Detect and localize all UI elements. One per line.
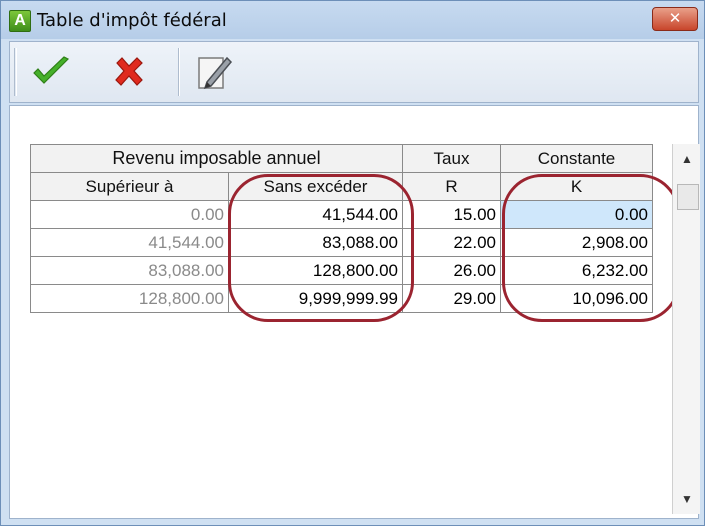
vertical-scrollbar[interactable]: ▲ ▼: [672, 144, 700, 514]
header-r: R: [402, 172, 501, 201]
cell-superieur[interactable]: 41,544.00: [30, 228, 229, 257]
cell-taux[interactable]: 26.00: [402, 256, 501, 285]
header-k: K: [500, 172, 653, 201]
cell-sans-exceder[interactable]: 83,088.00: [228, 228, 403, 257]
toolbar-separator: [178, 48, 180, 96]
cell-sans-exceder[interactable]: 41,544.00: [228, 200, 403, 229]
edit-button[interactable]: [190, 50, 236, 94]
toolbar-grip: [14, 48, 17, 96]
cell-sans-exceder[interactable]: 128,800.00: [228, 256, 403, 285]
table-row: 128,800.00 9,999,999.99 29.00 10,096.00: [30, 284, 653, 313]
cell-superieur[interactable]: 0.00: [30, 200, 229, 229]
check-icon: [33, 56, 70, 84]
ok-button[interactable]: [28, 50, 74, 94]
header-taux: Taux: [402, 144, 501, 173]
cell-sans-exceder[interactable]: 9,999,999.99: [228, 284, 403, 313]
cell-constante[interactable]: 2,908.00: [500, 228, 653, 257]
toolbar: [9, 41, 699, 103]
header-superieur: Supérieur à: [30, 172, 229, 201]
scroll-thumb[interactable]: [677, 184, 699, 210]
table-row: 41,544.00 83,088.00 22.00 2,908.00: [30, 228, 653, 257]
header-sans-exceder: Sans excéder: [228, 172, 403, 201]
cell-constante[interactable]: 0.00: [500, 200, 653, 229]
cell-taux[interactable]: 15.00: [402, 200, 501, 229]
table-row: 0.00 41,544.00 15.00 0.00: [30, 200, 653, 229]
app-icon: A: [9, 10, 31, 32]
x-icon: [115, 57, 143, 86]
cell-superieur[interactable]: 128,800.00: [30, 284, 229, 313]
scroll-down-icon[interactable]: ▼: [673, 488, 701, 510]
title-bar: A Table d'impôt fédéral ✕: [1, 1, 704, 39]
window-title: Table d'impôt fédéral: [37, 10, 227, 31]
cell-taux[interactable]: 22.00: [402, 228, 501, 257]
cell-taux[interactable]: 29.00: [402, 284, 501, 313]
cell-superieur[interactable]: 83,088.00: [30, 256, 229, 285]
tax-table-area: Revenu imposable annuel Taux Constante S…: [30, 144, 700, 514]
cell-constante[interactable]: 10,096.00: [500, 284, 653, 313]
window: A Table d'impôt fédéral ✕ Revenu imposab…: [0, 0, 705, 526]
close-button[interactable]: ✕: [652, 7, 698, 31]
group-header-revenu: Revenu imposable annuel: [30, 144, 403, 173]
table-row: 83,088.00 128,800.00 26.00 6,232.00: [30, 256, 653, 285]
header-constante: Constante: [500, 144, 653, 173]
cell-constante[interactable]: 6,232.00: [500, 256, 653, 285]
scroll-up-icon[interactable]: ▲: [673, 148, 701, 170]
content-panel: Revenu imposable annuel Taux Constante S…: [9, 105, 700, 519]
pencil-icon: [198, 56, 233, 90]
cancel-button[interactable]: [106, 50, 152, 94]
tax-table: Revenu imposable annuel Taux Constante S…: [30, 144, 653, 313]
